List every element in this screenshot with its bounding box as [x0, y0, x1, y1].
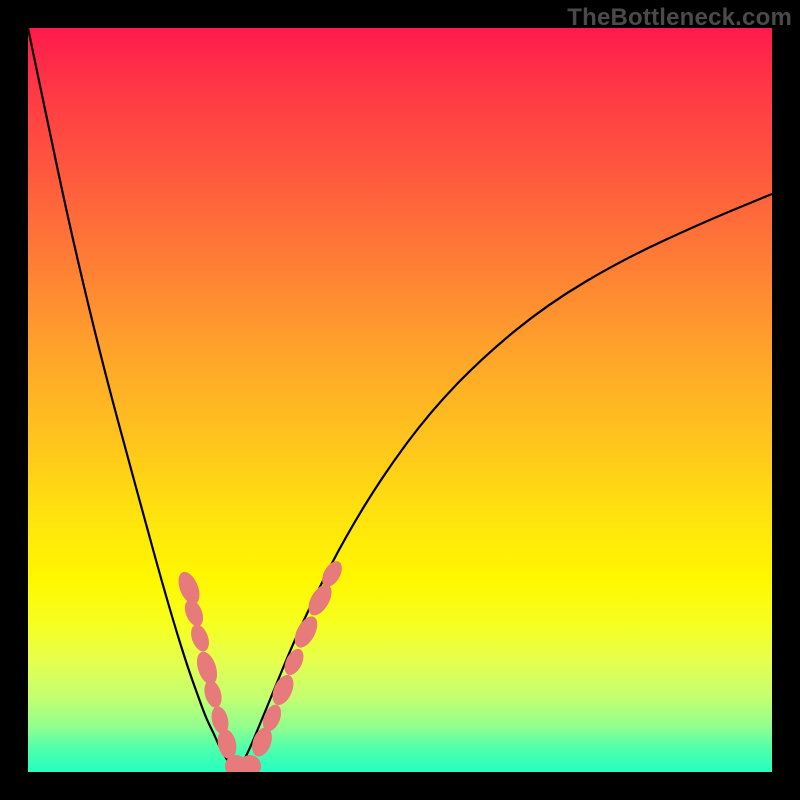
bead-point [268, 672, 297, 709]
bead-point [193, 649, 221, 687]
watermark-text: TheBottleneck.com [567, 4, 792, 32]
bead-point [188, 622, 213, 654]
chart-svg [28, 28, 772, 772]
bead-group [174, 558, 346, 772]
plot-area [28, 28, 772, 772]
bead-point [181, 597, 206, 629]
bead-point [290, 613, 322, 651]
bead-point [201, 678, 224, 709]
curve-right [236, 194, 772, 772]
chart-frame: TheBottleneck.com [0, 0, 800, 800]
bead-point [318, 558, 346, 590]
